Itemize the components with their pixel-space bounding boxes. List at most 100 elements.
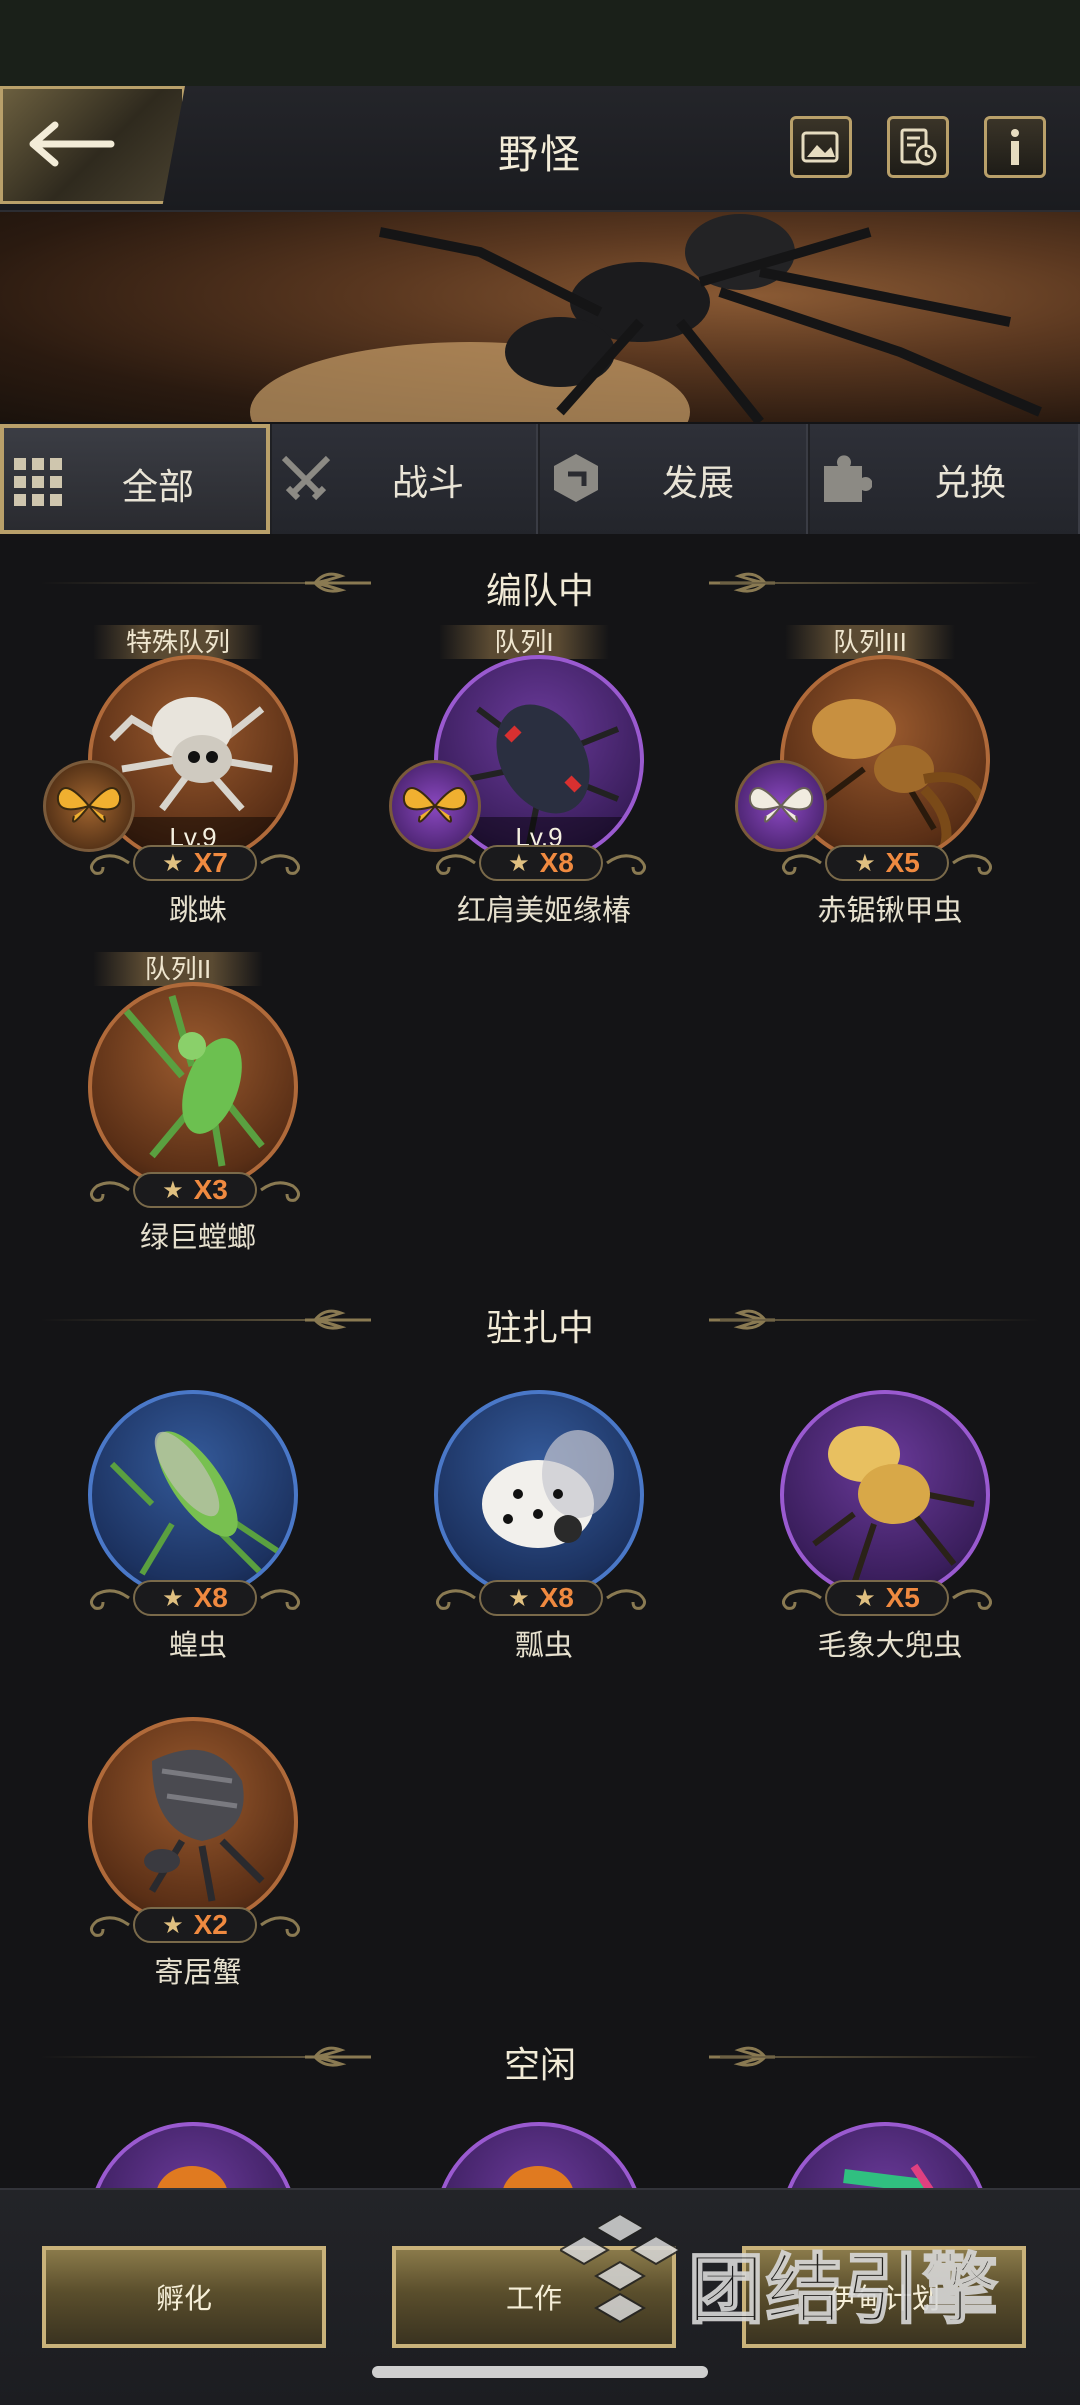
- scroll-ornament-right-icon: [952, 854, 992, 875]
- creature-name: 蝗虫: [168, 1630, 227, 1662]
- creature-card[interactable]: 特殊队列 Lv.9 ★ X7 跳蛛: [43, 625, 300, 955]
- grid-icon: [14, 458, 62, 506]
- count-label: X8: [539, 1582, 574, 1613]
- count-label: X5: [885, 847, 920, 878]
- star-pill: ★ X7: [133, 845, 257, 881]
- scroll-ornament-left-icon: [782, 1589, 822, 1610]
- creature-card[interactable]: 队列I Lv.9 ★ X8 红肩美姬缘椿: [389, 625, 646, 955]
- count-label: X7: [193, 847, 228, 878]
- butterfly-badge: [735, 760, 827, 852]
- creature-portrait: [88, 1390, 298, 1600]
- scroll-ornament-left-icon: [436, 1589, 476, 1610]
- creature-card[interactable]: 队列III ★ X5 赤锯锹甲虫: [735, 625, 992, 955]
- tab-develop[interactable]: 发展: [540, 424, 808, 534]
- creature-portrait: [780, 2122, 990, 2188]
- star-icon: ★: [162, 1584, 184, 1612]
- star-icon: ★: [508, 1584, 530, 1612]
- creature-portrait: [88, 1717, 298, 1927]
- scroll-ornament-left-icon: [90, 1916, 130, 1937]
- scroll-ornament-right-icon: [260, 1181, 300, 1202]
- gallery-icon: [801, 131, 839, 163]
- star-pill: ★ X2: [133, 1907, 257, 1943]
- tab-exchange[interactable]: 兑换: [810, 424, 1080, 534]
- queue-tag: 特殊队列: [93, 625, 263, 659]
- home-indicator[interactable]: [372, 2366, 708, 2378]
- section-header-idle: 空闲: [0, 2032, 1080, 2085]
- tab-all-label: 全部: [122, 466, 195, 507]
- star-count-bar: ★ X5: [775, 841, 995, 885]
- butterfly-icon: [402, 787, 468, 823]
- scroll-ornament-right-icon: [260, 854, 300, 875]
- creature-name: 跳蛛: [168, 895, 227, 927]
- tab-battle[interactable]: 战斗: [272, 424, 538, 534]
- butterfly-icon: [748, 787, 814, 823]
- count-label: X8: [539, 847, 574, 878]
- hatch-button[interactable]: 孵化: [42, 2246, 326, 2348]
- section-label: 空闲: [503, 2044, 576, 2085]
- gallery-button[interactable]: [790, 116, 852, 178]
- mantis-image: [119, 995, 265, 1167]
- section-label: 编队中: [485, 570, 594, 611]
- queue-tag: 队列I: [439, 625, 609, 659]
- butterfly-badge: [43, 760, 135, 852]
- queue-tag: 队列II: [93, 952, 263, 986]
- ant-illustration: [250, 214, 1042, 422]
- butterfly-icon: [56, 787, 122, 823]
- count-label: X3: [193, 1174, 228, 1205]
- scroll-ornament-left-icon: [782, 854, 822, 875]
- creature-card[interactable]: ★ X8 蝗虫: [58, 1360, 300, 1690]
- star-icon: ★: [854, 1584, 876, 1612]
- info-button[interactable]: [984, 116, 1046, 178]
- scroll-ornament-right-icon: [260, 1589, 300, 1610]
- creature-card[interactable]: ★ X2 寄居蟹: [58, 1687, 300, 2017]
- scroll-ornament-right-icon: [260, 1916, 300, 1937]
- creature-card[interactable]: [88, 2122, 298, 2188]
- star-count-bar: ★ X8: [429, 1576, 649, 1620]
- filter-tabs: 全部 战斗 发展 兑换: [0, 424, 1080, 534]
- history-log-icon: [900, 128, 937, 166]
- divider-line: [720, 2056, 1040, 2058]
- divider-line: [720, 582, 1040, 584]
- count-label: X2: [193, 1909, 228, 1940]
- star-count-bar: ★ X5: [775, 1576, 995, 1620]
- section-header-formation: 编队中: [0, 558, 1080, 611]
- goliath-beetle-image: [812, 1426, 975, 1585]
- star-pill: ★ X3: [133, 1172, 257, 1208]
- creature-name: 绿巨螳螂: [139, 1222, 256, 1254]
- hexagon-build-icon: [554, 454, 598, 502]
- tab-all[interactable]: 全部: [0, 424, 270, 534]
- butterfly-badge: [389, 760, 481, 852]
- creature-card[interactable]: ★ X8 瓢虫: [404, 1360, 646, 1690]
- star-pill: ★ X5: [825, 845, 949, 881]
- scroll-ornament-right-icon: [606, 854, 646, 875]
- top-bar: 野怪: [0, 86, 1080, 212]
- puzzle-piece-icon: [824, 455, 872, 502]
- section-label: 驻扎中: [485, 1307, 594, 1348]
- creature-portrait: [88, 982, 298, 1192]
- star-count-bar: ★ X3: [83, 1168, 303, 1212]
- creature-card[interactable]: [780, 2122, 990, 2188]
- creature-card[interactable]: 队列II ★ X3 绿巨螳螂: [58, 952, 300, 1282]
- engine-watermark: 团结引擎: [560, 2210, 1020, 2334]
- star-icon: ★: [162, 1911, 184, 1939]
- scroll-ornament-left-icon: [436, 854, 476, 875]
- creature-portrait: [434, 2122, 644, 2188]
- creature-portrait: [88, 2122, 298, 2188]
- star-count-bar: ★ X7: [83, 841, 303, 885]
- star-pill: ★ X8: [479, 1580, 603, 1616]
- count-label: X8: [193, 1582, 228, 1613]
- star-count-bar: ★ X8: [429, 841, 649, 885]
- creature-card[interactable]: ★ X5 毛象大兜虫: [750, 1360, 992, 1690]
- info-icon: [1011, 129, 1019, 165]
- star-pill: ★ X8: [479, 845, 603, 881]
- creature-name: 红肩美姬缘椿: [456, 895, 631, 927]
- locust-image: [109, 1431, 284, 1577]
- crossed-swords-icon: [281, 455, 331, 501]
- hermit-crab-image: [144, 1749, 265, 1902]
- tab-exchange-label: 兑换: [934, 462, 1007, 503]
- divider-line: [720, 1319, 1040, 1321]
- history-button[interactable]: [887, 116, 949, 178]
- creature-name: 寄居蟹: [154, 1957, 242, 1989]
- insect-image: [157, 2166, 227, 2188]
- creature-card[interactable]: [434, 2122, 644, 2188]
